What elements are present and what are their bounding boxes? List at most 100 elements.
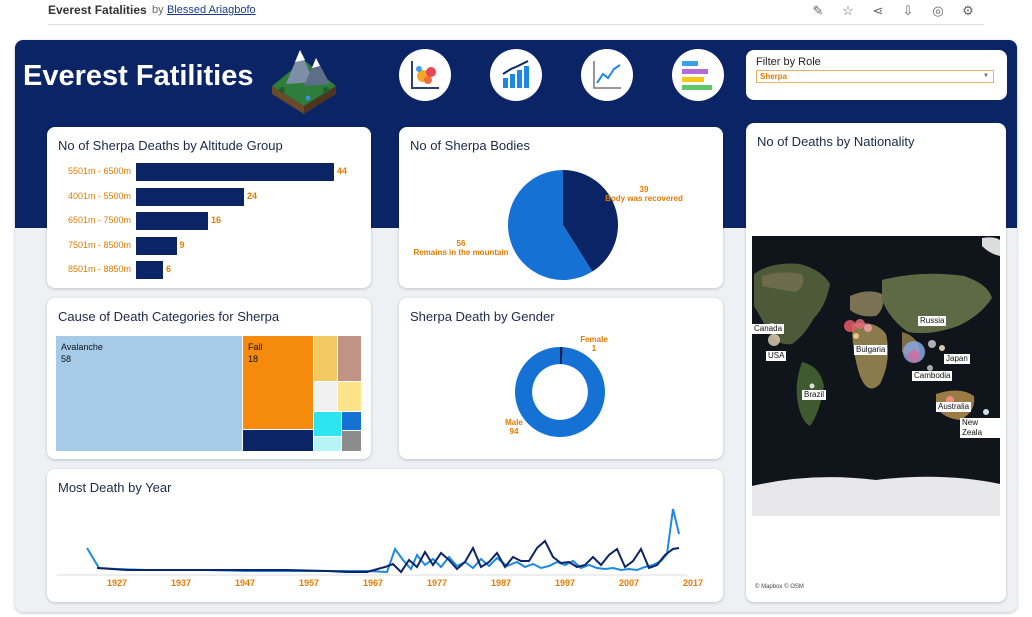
nationality-card: No of Deaths by Nationality Canada USA B…	[746, 123, 1006, 602]
top-bar: Everest Fatalities by Blessed Ariagbofo …	[0, 0, 1032, 28]
bar-category-label: 4001m - 5500m	[67, 190, 131, 201]
bar[interactable]	[136, 236, 177, 255]
edit-icon[interactable]: ✎	[808, 3, 828, 19]
female-value: 1	[591, 344, 597, 353]
treemap-cell-avalanche[interactable]: Avalanche 58	[56, 336, 242, 451]
country-label: Russia	[918, 316, 947, 326]
nav-gantt-chart-button[interactable]	[672, 49, 724, 101]
bar-value-label: 44	[337, 166, 348, 176]
x-tick-label: 1987	[491, 578, 511, 588]
bar[interactable]	[136, 212, 208, 230]
x-tick-label: 1927	[107, 578, 127, 588]
nav-line-chart-button[interactable]	[581, 49, 633, 101]
treemap-cell[interactable]	[338, 336, 361, 381]
toolbar-icons: ✎ ☆ ⋖ ⇩ ◎ ⚙	[808, 3, 978, 19]
years-line-chart: 1927 1937 1947 1957 1967 1977 1987 1997 …	[57, 508, 703, 588]
dashboard: Everest Fatilities Filter by Role Sherpa…	[15, 40, 1017, 612]
avalanche-value: 58	[61, 354, 72, 364]
country-label: Japan	[944, 354, 970, 364]
x-tick-label: 1977	[427, 578, 447, 588]
share-icon[interactable]: ⋖	[868, 3, 888, 19]
treemap-cell[interactable]	[314, 382, 337, 411]
female-label: Female 1	[569, 335, 619, 353]
gantt-chart-icon	[682, 61, 712, 90]
country-label: Brazil	[802, 390, 827, 400]
bubble-chart-icon	[411, 61, 439, 89]
avalanche-label: Avalanche	[61, 342, 103, 352]
mountain-icon	[272, 50, 336, 114]
remains-value: 56	[456, 239, 466, 248]
bar-category-label: 5501m - 6500m	[67, 166, 131, 176]
treemap-cell[interactable]	[338, 382, 361, 411]
x-tick-label: 1997	[555, 578, 575, 588]
bar-chart-icon	[502, 60, 529, 88]
treemap-cell-fall[interactable]: Fall 18	[243, 336, 313, 429]
world-map-graphic	[752, 236, 1000, 516]
donut-hole	[532, 364, 588, 420]
treemap-cell[interactable]	[342, 412, 361, 430]
treemap-cell[interactable]	[314, 336, 337, 381]
male-name: Male	[505, 418, 523, 427]
causes-title: Cause of Death Categories for Sherpa	[58, 309, 280, 324]
bodies-title: No of Sherpa Bodies	[410, 138, 530, 153]
role-select[interactable]: Sherpa ▼	[756, 70, 994, 83]
male-label: Male 94	[489, 418, 539, 436]
badge-icon[interactable]: ◎	[928, 3, 948, 19]
nationality-title: No of Deaths by Nationality	[757, 134, 915, 149]
dashboard-title: Everest Fatilities	[23, 60, 254, 92]
country-label: New Zeala	[960, 418, 1000, 438]
bar-category-label: 8501m - 8850m	[67, 264, 131, 274]
treemap-cell[interactable]	[243, 430, 313, 451]
remains-name: Remains in the mountain	[413, 248, 509, 257]
bar-value-label: 16	[211, 215, 222, 225]
fall-value: 18	[248, 354, 259, 364]
filter-label: Filter by Role	[756, 56, 821, 68]
bar-value-label: 6	[166, 264, 172, 274]
recovered-name: Body was recovered	[605, 194, 683, 203]
x-tick-label: 1957	[299, 578, 319, 588]
treemap-cell[interactable]	[342, 431, 361, 451]
author-link[interactable]: Blessed Ariagbofo	[167, 4, 256, 16]
chevron-down-icon: ▼	[983, 73, 989, 79]
country-label: Cambodia	[912, 371, 953, 381]
x-tick-label: 1937	[171, 578, 191, 588]
altitude-title: No of Sherpa Deaths by Altitude Group	[58, 138, 283, 153]
map-attribution: © Mapbox © OSM	[755, 584, 804, 590]
viz-title: Everest Fatalities	[48, 3, 147, 17]
top-divider	[48, 24, 984, 25]
country-label: Canada	[752, 324, 785, 334]
country-label: Australia	[936, 402, 972, 412]
series-line-sherpa	[86, 508, 680, 574]
nav-bubble-chart-button[interactable]	[399, 49, 451, 101]
x-tick-label: 2017	[683, 578, 703, 588]
treemap-cell[interactable]	[314, 437, 341, 451]
settings-icon[interactable]: ⚙	[958, 3, 978, 19]
gender-card: Sherpa Death by Gender Female 1 Male 94	[399, 298, 723, 459]
country-label: Bulgaria	[854, 345, 888, 355]
bodies-card: No of Sherpa Bodies 39 Body was recovere…	[399, 127, 723, 288]
x-tick-label: 2007	[619, 578, 639, 588]
nav-bar-chart-button[interactable]	[490, 49, 542, 101]
star-icon[interactable]: ☆	[838, 3, 858, 19]
bar-category-label: 6501m - 7500m	[67, 215, 131, 225]
causes-card: Cause of Death Categories for Sherpa Ava…	[47, 298, 371, 459]
line-chart-icon	[593, 61, 621, 89]
male-value: 94	[509, 427, 519, 436]
female-name: Female	[580, 335, 608, 344]
recovered-label: 39 Body was recovered	[599, 185, 689, 203]
x-tick-label: 1967	[363, 578, 383, 588]
world-map[interactable]: Canada USA Brazil Bulgaria Russia Japan …	[752, 236, 1000, 516]
fall-label: Fall	[248, 342, 263, 352]
download-icon[interactable]: ⇩	[898, 3, 918, 19]
recovered-value: 39	[639, 185, 649, 194]
bar[interactable]	[136, 163, 334, 181]
role-filter: Filter by Role Sherpa ▼	[746, 50, 1007, 100]
bar[interactable]	[136, 261, 163, 279]
bar-value-label: 24	[247, 190, 258, 201]
by-label: by	[152, 4, 164, 16]
remains-label: 56 Remains in the mountain	[411, 239, 511, 257]
treemap-cell[interactable]	[314, 412, 341, 436]
country-label: USA	[766, 351, 787, 361]
bar-category-label: 7501m - 8500m	[67, 239, 131, 250]
bar[interactable]	[136, 187, 244, 206]
